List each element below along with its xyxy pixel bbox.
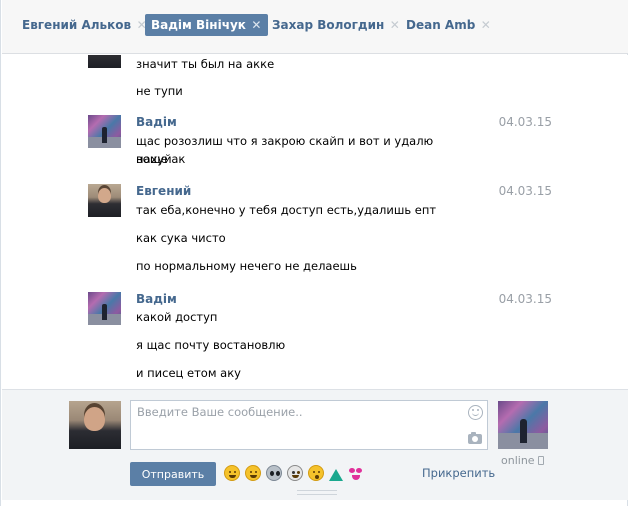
tab-label: Вадім Вінічук bbox=[151, 18, 246, 32]
alien-emoji-icon[interactable] bbox=[266, 465, 282, 481]
message-text: я щас почту востановлю bbox=[136, 338, 286, 352]
message-history[interactable]: значит ты был на акке не тупи Вадім 04.0… bbox=[2, 55, 628, 389]
chat-window: Евгений Альков ✕ Вадім Вінічук ✕ Захар В… bbox=[0, 0, 628, 506]
avatar[interactable] bbox=[88, 55, 121, 68]
avatar[interactable] bbox=[88, 184, 121, 217]
close-icon[interactable]: ✕ bbox=[389, 19, 400, 31]
smile-emoji-icon[interactable] bbox=[245, 465, 261, 481]
sender-name[interactable]: Вадім bbox=[136, 115, 177, 129]
quick-emoji-bar bbox=[224, 463, 364, 483]
my-avatar[interactable] bbox=[69, 401, 121, 449]
compose-area: Отправить Прикрепить online bbox=[2, 389, 628, 500]
message-text: нахуй bbox=[136, 152, 172, 166]
message-input[interactable] bbox=[131, 401, 461, 449]
tab-evgeniy-alkov[interactable]: Евгений Альков ✕ bbox=[16, 14, 153, 36]
message-input-box bbox=[130, 400, 488, 450]
peer-avatar[interactable] bbox=[498, 401, 548, 449]
close-icon[interactable]: ✕ bbox=[480, 19, 491, 31]
dress-emoji-icon[interactable] bbox=[329, 465, 343, 481]
tab-label: Захар Вологдин bbox=[272, 18, 385, 32]
sender-name[interactable]: Вадім bbox=[136, 292, 177, 306]
sender-name[interactable]: Евгений bbox=[136, 184, 191, 198]
shocked-emoji-icon[interactable] bbox=[308, 465, 324, 481]
dialog-tabs: Евгений Альков ✕ Вадім Вінічук ✕ Захар В… bbox=[2, 0, 628, 54]
laughing-emoji-icon[interactable] bbox=[224, 465, 240, 481]
tab-label: Евгений Альков bbox=[22, 18, 132, 32]
attach-link[interactable]: Прикрепить bbox=[422, 466, 495, 480]
avatar[interactable] bbox=[88, 115, 121, 148]
message-text: так еба,конечно у тебя доступ есть,удали… bbox=[136, 203, 437, 217]
tab-dean-amb[interactable]: Dean Amb ✕ bbox=[400, 14, 497, 36]
resize-handle[interactable] bbox=[297, 490, 337, 495]
message-date: 04.03.15 bbox=[498, 115, 552, 129]
message-text: и писец етом аку bbox=[136, 366, 241, 380]
message-text: как сука чисто bbox=[136, 231, 226, 245]
message-text: какой доступ bbox=[136, 310, 218, 324]
tab-zakhar-vologdin[interactable]: Захар Вологдин ✕ bbox=[266, 14, 406, 36]
online-label: online bbox=[501, 454, 535, 467]
skull-emoji-icon[interactable] bbox=[287, 465, 303, 481]
close-icon[interactable]: ✕ bbox=[251, 19, 262, 31]
message-text: по нормальному нечего не делаешь bbox=[136, 259, 357, 273]
bikini-emoji-icon[interactable] bbox=[348, 465, 364, 481]
message-text: значит ты был на акке bbox=[136, 57, 275, 71]
send-button[interactable]: Отправить bbox=[130, 462, 216, 486]
tab-label: Dean Amb bbox=[406, 18, 476, 32]
mobile-icon bbox=[537, 456, 544, 465]
message-text: не тупи bbox=[136, 84, 183, 98]
avatar[interactable] bbox=[88, 292, 121, 325]
message-date: 04.03.15 bbox=[498, 184, 552, 198]
smile-icon[interactable] bbox=[468, 405, 483, 420]
message-date: 04.03.15 bbox=[498, 292, 552, 306]
online-status: online bbox=[501, 454, 544, 467]
tab-vadim-vinichuk[interactable]: Вадім Вінічук ✕ bbox=[145, 14, 268, 36]
camera-icon[interactable] bbox=[468, 432, 482, 444]
